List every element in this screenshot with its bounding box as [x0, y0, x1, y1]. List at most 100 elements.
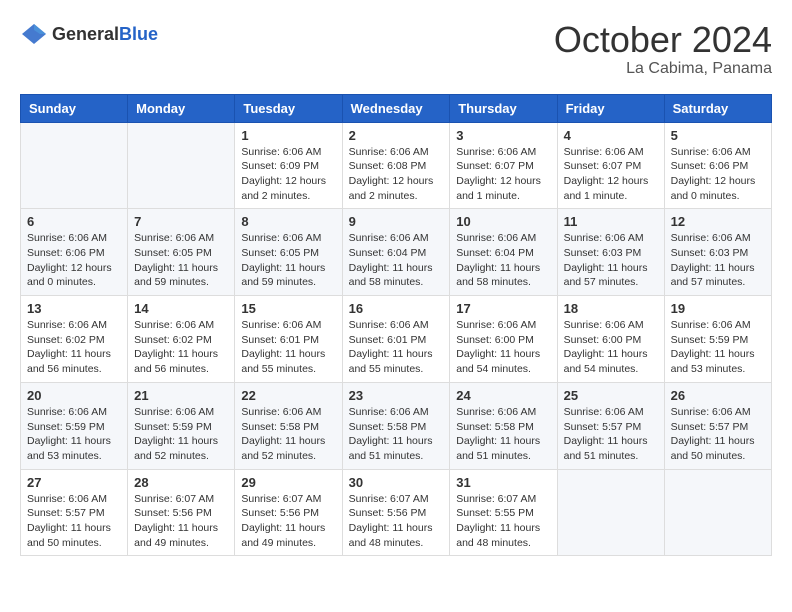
calendar-cell: 27 Sunrise: 6:06 AM Sunset: 5:57 PM Dayli…: [21, 469, 128, 556]
day-number: 18: [564, 301, 658, 316]
day-number: 27: [27, 475, 121, 490]
calendar-cell: 2 Sunrise: 6:06 AM Sunset: 6:08 PM Daylig…: [342, 122, 450, 209]
calendar-cell: 3 Sunrise: 6:06 AM Sunset: 6:07 PM Daylig…: [450, 122, 557, 209]
calendar-cell: 23Sunrise: 6:06 AM Sunset: 5:58 PM Dayli…: [342, 382, 450, 469]
day-info: Sunrise: 6:06 AM Sunset: 6:03 PM Dayligh…: [564, 231, 658, 290]
day-number: 6: [27, 214, 121, 229]
day-info: Sunrise: 6:06 AM Sunset: 5:57 PM Dayligh…: [564, 405, 658, 464]
calendar-cell: [128, 122, 235, 209]
weekday-header: Sunday: [21, 94, 128, 122]
calendar-cell: 17 Sunrise: 6:06 AM Sunset: 6:00 PM Dayli…: [450, 296, 557, 383]
day-number: 1: [241, 128, 335, 143]
day-number: 20: [27, 388, 121, 403]
weekday-header: Tuesday: [235, 94, 342, 122]
day-info: Sunrise: 6:07 AM Sunset: 5:56 PM Dayligh…: [134, 492, 228, 551]
page-header: GeneralBlue October 2024 La Cabima, Pana…: [20, 20, 772, 78]
day-info: Sunrise: 6:06 AM Sunset: 5:58 PM Dayligh…: [349, 405, 444, 464]
day-number: 30: [349, 475, 444, 490]
day-info: Sunrise: 6:06 AM Sunset: 6:02 PM Dayligh…: [134, 318, 228, 377]
day-number: 2: [349, 128, 444, 143]
calendar-cell: 5 Sunrise: 6:06 AM Sunset: 6:06 PM Daylig…: [664, 122, 771, 209]
day-number: 19: [671, 301, 765, 316]
day-number: 3: [456, 128, 550, 143]
calendar-cell: 11 Sunrise: 6:06 AM Sunset: 6:03 PM Dayli…: [557, 209, 664, 296]
calendar-table: SundayMondayTuesdayWednesdayThursdayFrid…: [20, 94, 772, 557]
day-number: 22: [241, 388, 335, 403]
calendar-cell: 16 Sunrise: 6:06 AM Sunset: 6:01 PM Dayli…: [342, 296, 450, 383]
day-number: 13: [27, 301, 121, 316]
day-number: 26: [671, 388, 765, 403]
day-info: Sunrise: 6:07 AM Sunset: 5:56 PM Dayligh…: [349, 492, 444, 551]
weekday-header: Monday: [128, 94, 235, 122]
calendar-cell: 26 Sunrise: 6:06 AM Sunset: 5:57 PM Dayli…: [664, 382, 771, 469]
day-number: 16: [349, 301, 444, 316]
weekday-header: Thursday: [450, 94, 557, 122]
day-number: 21: [134, 388, 228, 403]
day-number: 8: [241, 214, 335, 229]
calendar-cell: 15 Sunrise: 6:06 AM Sunset: 6:01 PM Dayli…: [235, 296, 342, 383]
calendar-cell: 31Sunrise: 6:07 AM Sunset: 5:55 PM Dayli…: [450, 469, 557, 556]
calendar-cell: 6Sunrise: 6:06 AM Sunset: 6:06 PM Daylig…: [21, 209, 128, 296]
day-number: 10: [456, 214, 550, 229]
day-number: 14: [134, 301, 228, 316]
title-block: October 2024 La Cabima, Panama: [554, 20, 772, 78]
calendar-week-row: 1 Sunrise: 6:06 AM Sunset: 6:09 PM Daylig…: [21, 122, 772, 209]
logo: GeneralBlue: [20, 20, 158, 48]
calendar-cell: 12Sunrise: 6:06 AM Sunset: 6:03 PM Dayli…: [664, 209, 771, 296]
calendar-week-row: 13 Sunrise: 6:06 AM Sunset: 6:02 PM Dayli…: [21, 296, 772, 383]
calendar-cell: 20Sunrise: 6:06 AM Sunset: 5:59 PM Dayli…: [21, 382, 128, 469]
day-number: 5: [671, 128, 765, 143]
calendar-cell: 22 Sunrise: 6:06 AM Sunset: 5:58 PM Dayli…: [235, 382, 342, 469]
day-info: Sunrise: 6:06 AM Sunset: 5:57 PM Dayligh…: [27, 492, 121, 551]
calendar-week-row: 20 Sunrise: 6:06 AM Sunset: 5:59 PM Dayli…: [21, 382, 772, 469]
day-number: 28: [134, 475, 228, 490]
calendar-cell: 29Sunrise: 6:07 AM Sunset: 5:56 PM Dayli…: [235, 469, 342, 556]
calendar-cell: 7Sunrise: 6:06 AM Sunset: 6:05 PM Daylig…: [128, 209, 235, 296]
day-info: Sunrise: 6:06 AM Sunset: 6:04 PM Dayligh…: [349, 231, 444, 290]
day-number: 11: [564, 214, 658, 229]
day-info: Sunrise: 6:06 AM Sunset: 6:00 PM Dayligh…: [564, 318, 658, 377]
day-number: 9: [349, 214, 444, 229]
calendar-cell: 18 Sunrise: 6:06 AM Sunset: 6:00 PM Dayli…: [557, 296, 664, 383]
day-info: Sunrise: 6:06 AM Sunset: 5:58 PM Dayligh…: [241, 405, 335, 464]
day-number: 31: [456, 475, 550, 490]
day-info: Sunrise: 6:06 AM Sunset: 6:09 PM Dayligh…: [241, 145, 335, 204]
day-number: 24: [456, 388, 550, 403]
logo-general: General: [52, 24, 119, 44]
weekday-header: Friday: [557, 94, 664, 122]
day-info: Sunrise: 6:06 AM Sunset: 5:57 PM Dayligh…: [671, 405, 765, 464]
logo-icon: [20, 20, 48, 48]
day-number: 29: [241, 475, 335, 490]
day-info: Sunrise: 6:06 AM Sunset: 5:59 PM Dayligh…: [134, 405, 228, 464]
day-info: Sunrise: 6:06 AM Sunset: 6:03 PM Dayligh…: [671, 231, 765, 290]
calendar-cell: 19Sunrise: 6:06 AM Sunset: 5:59 PM Dayli…: [664, 296, 771, 383]
calendar-cell: 24Sunrise: 6:06 AM Sunset: 5:58 PM Dayli…: [450, 382, 557, 469]
calendar-cell: 4Sunrise: 6:06 AM Sunset: 6:07 PM Daylig…: [557, 122, 664, 209]
day-info: Sunrise: 6:06 AM Sunset: 6:07 PM Dayligh…: [456, 145, 550, 204]
day-number: 17: [456, 301, 550, 316]
day-info: Sunrise: 6:06 AM Sunset: 6:01 PM Dayligh…: [241, 318, 335, 377]
calendar-cell: [557, 469, 664, 556]
weekday-header: Saturday: [664, 94, 771, 122]
day-info: Sunrise: 6:06 AM Sunset: 6:05 PM Dayligh…: [134, 231, 228, 290]
calendar-cell: 25Sunrise: 6:06 AM Sunset: 5:57 PM Dayli…: [557, 382, 664, 469]
day-info: Sunrise: 6:06 AM Sunset: 6:06 PM Dayligh…: [671, 145, 765, 204]
day-info: Sunrise: 6:06 AM Sunset: 6:08 PM Dayligh…: [349, 145, 444, 204]
day-info: Sunrise: 6:06 AM Sunset: 6:07 PM Dayligh…: [564, 145, 658, 204]
calendar-cell: 13Sunrise: 6:06 AM Sunset: 6:02 PM Dayli…: [21, 296, 128, 383]
calendar-cell: 1 Sunrise: 6:06 AM Sunset: 6:09 PM Daylig…: [235, 122, 342, 209]
calendar-cell: [664, 469, 771, 556]
calendar-week-row: 6Sunrise: 6:06 AM Sunset: 6:06 PM Daylig…: [21, 209, 772, 296]
day-info: Sunrise: 6:06 AM Sunset: 6:05 PM Dayligh…: [241, 231, 335, 290]
day-number: 15: [241, 301, 335, 316]
weekday-header: Wednesday: [342, 94, 450, 122]
month-title: October 2024: [554, 20, 772, 60]
day-info: Sunrise: 6:06 AM Sunset: 6:00 PM Dayligh…: [456, 318, 550, 377]
calendar-cell: 28 Sunrise: 6:07 AM Sunset: 5:56 PM Dayli…: [128, 469, 235, 556]
calendar-cell: 9 Sunrise: 6:06 AM Sunset: 6:04 PM Daylig…: [342, 209, 450, 296]
calendar-week-row: 27 Sunrise: 6:06 AM Sunset: 5:57 PM Dayli…: [21, 469, 772, 556]
calendar-cell: [21, 122, 128, 209]
day-info: Sunrise: 6:06 AM Sunset: 6:01 PM Dayligh…: [349, 318, 444, 377]
calendar-cell: 21 Sunrise: 6:06 AM Sunset: 5:59 PM Dayli…: [128, 382, 235, 469]
day-info: Sunrise: 6:06 AM Sunset: 6:04 PM Dayligh…: [456, 231, 550, 290]
